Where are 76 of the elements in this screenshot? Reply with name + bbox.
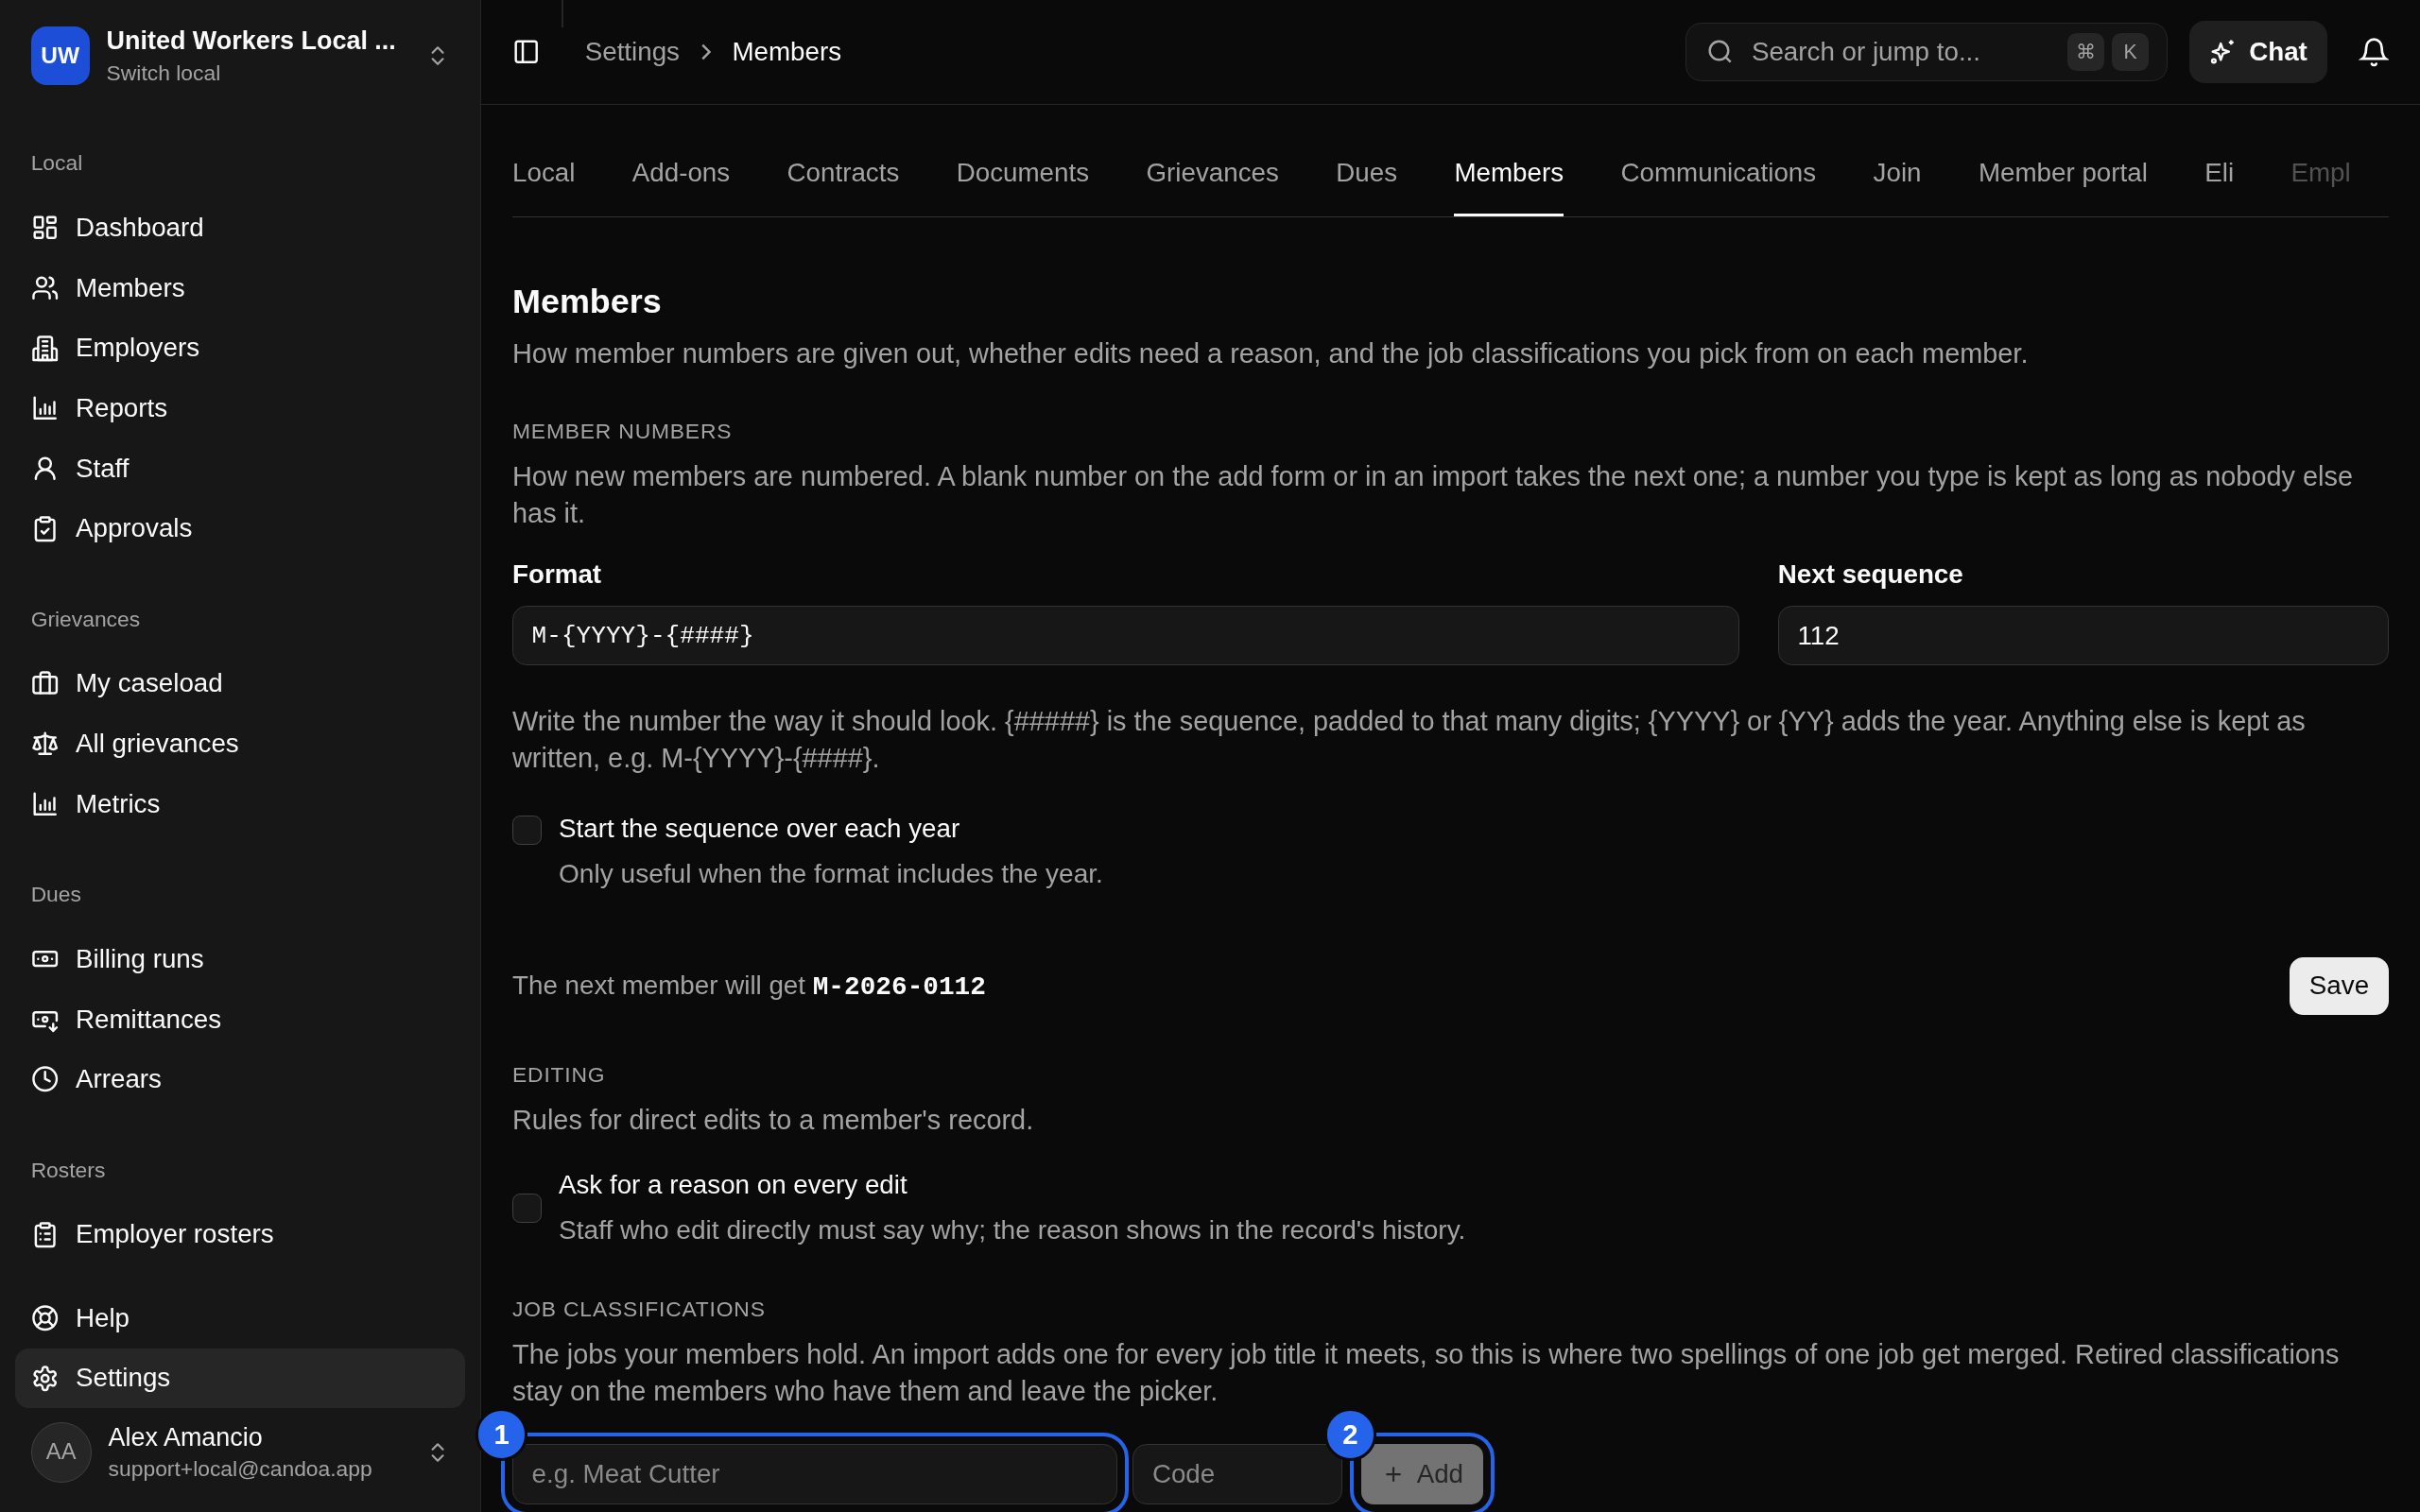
section-heading: MEMBER NUMBERS <box>512 418 734 444</box>
checkbox-hint: Staff who edit directly must say why; the reason shows in the record's history. <box>559 1215 1466 1246</box>
scale-icon <box>30 730 59 758</box>
section-title: Rosters <box>29 1157 107 1183</box>
bar-chart-icon <box>30 394 59 422</box>
sidebar-item[interactable]: Employer rosters <box>15 1204 466 1265</box>
settings-tab[interactable]: Eli <box>2204 105 2235 216</box>
section-description: How new members are numbered. A blank number on the add form or in an import takes the next one; a number you type is kept as long as nobody else has it. <box>512 459 2354 530</box>
sidebar-item[interactable]: Billing runs <box>15 929 466 989</box>
next-sequence-field[interactable]: 112 <box>1777 605 2390 666</box>
org-switch-label: Switch local <box>106 60 222 86</box>
bell-icon[interactable] <box>2358 36 2390 68</box>
settings-tab[interactable]: Grievances <box>1146 105 1279 216</box>
checkbox[interactable] <box>512 815 543 845</box>
classification-name-field[interactable]: e.g. Meat Cutter <box>512 1443 1117 1504</box>
checkbox[interactable] <box>512 1194 543 1224</box>
field-label: Next sequence <box>1777 559 1964 591</box>
settings-tab[interactable]: Member portal <box>1978 105 2148 216</box>
settings-tab[interactable]: Add-ons <box>631 105 731 216</box>
org-name: United Workers Local ... <box>106 26 397 56</box>
checkbox-label: Start the sequence over each year <box>559 814 960 844</box>
sidebar-item[interactable]: Dashboard <box>15 198 466 258</box>
section-description: Rules for direct edits to a member's record. <box>512 1103 1035 1137</box>
section-title: Local <box>29 150 84 177</box>
page-title: Members <box>512 282 663 322</box>
clock-icon <box>30 1065 59 1093</box>
checkbox-hint: Only useful when the format includes the year. <box>559 859 1103 890</box>
sidebar-item[interactable]: All grievances <box>15 713 466 774</box>
code-field[interactable]: Code <box>1132 1443 1343 1504</box>
settings-tab[interactable]: Dues <box>1336 105 1398 216</box>
settings-icon <box>30 1364 59 1393</box>
building-icon <box>30 334 59 362</box>
sidebar-item[interactable]: Members <box>15 257 466 318</box>
checkbox-label: Ask for a reason on every edit <box>559 1169 908 1199</box>
format-help: Write the number the way it should look. {#####} is the sequence, padded to that many digits; {YYYY} or {YY} adds the year. Anything else is kept as written, e.g. M-{YYYY}-{####}. <box>512 704 2307 775</box>
sidebar-item[interactable]: Help <box>15 1287 466 1349</box>
breadcrumb-item[interactable]: Settings <box>584 37 680 67</box>
settings-tab[interactable]: Local <box>512 105 576 216</box>
sidebar-item[interactable]: Settings <box>15 1348 466 1409</box>
grid-icon <box>30 214 59 242</box>
user-avatar: AA <box>30 1421 92 1483</box>
settings-tab[interactable]: Join <box>1873 105 1922 216</box>
sidebar-item[interactable]: Staff <box>15 438 466 499</box>
sidebar-item[interactable]: Arrears <box>15 1049 466 1109</box>
user-email: support+local@candoa.app <box>108 1456 373 1483</box>
sidebar-item[interactable]: Employers <box>15 318 466 379</box>
settings-tab[interactable]: Documents <box>956 105 1090 216</box>
user-name: Alex Amancio <box>108 1422 264 1452</box>
settings-tab[interactable]: Communications <box>1620 105 1817 216</box>
section-title: Grievances <box>29 606 142 632</box>
sidebar-item[interactable]: My caseload <box>15 653 466 714</box>
sidebar-item[interactable]: Metrics <box>15 773 466 834</box>
next-number-preview: The next member will get M-2026-0112 <box>512 970 986 1002</box>
field-label: Format <box>512 559 603 591</box>
section-heading: EDITING <box>512 1062 607 1089</box>
org-logo: UW <box>30 26 90 86</box>
shortcut-key: ⌘ <box>2066 33 2104 71</box>
chevron-right-icon <box>700 43 711 60</box>
bar-chart-icon <box>30 790 59 818</box>
step-badge: 2 <box>1323 1408 1377 1461</box>
lifebuoy-icon <box>30 1304 59 1332</box>
section-title: Dues <box>29 882 82 908</box>
settings-tab[interactable]: Contracts <box>786 105 900 216</box>
save-button[interactable]: Save <box>2289 957 2390 1015</box>
sidebar-toggle-icon[interactable] <box>512 38 541 66</box>
sidebar-item[interactable]: Remittances <box>15 988 466 1050</box>
settings-tab[interactable]: Members <box>1454 105 1564 216</box>
shortcut-key: K <box>2111 33 2150 71</box>
sidebar-item[interactable]: Approvals <box>15 498 466 559</box>
sidebar-item[interactable]: Reports <box>15 378 466 438</box>
chat-button[interactable]: Chat <box>2188 21 2328 83</box>
section-description: The jobs your members hold. An import adds one for every job title it meets, so this is where two spellings of one job get merged. Retired classifications stay on the members who have them and leave the picker. <box>512 1337 2341 1408</box>
section-heading: JOB CLASSIFICATIONS <box>512 1296 767 1322</box>
format-field[interactable]: M-{YYYY}-{####} <box>512 605 1739 666</box>
page-description: How member numbers are given out, whether edits need a reason, and the job classifications you pick from on each member. <box>512 336 2030 370</box>
breadcrumb-item: Members <box>732 37 842 67</box>
